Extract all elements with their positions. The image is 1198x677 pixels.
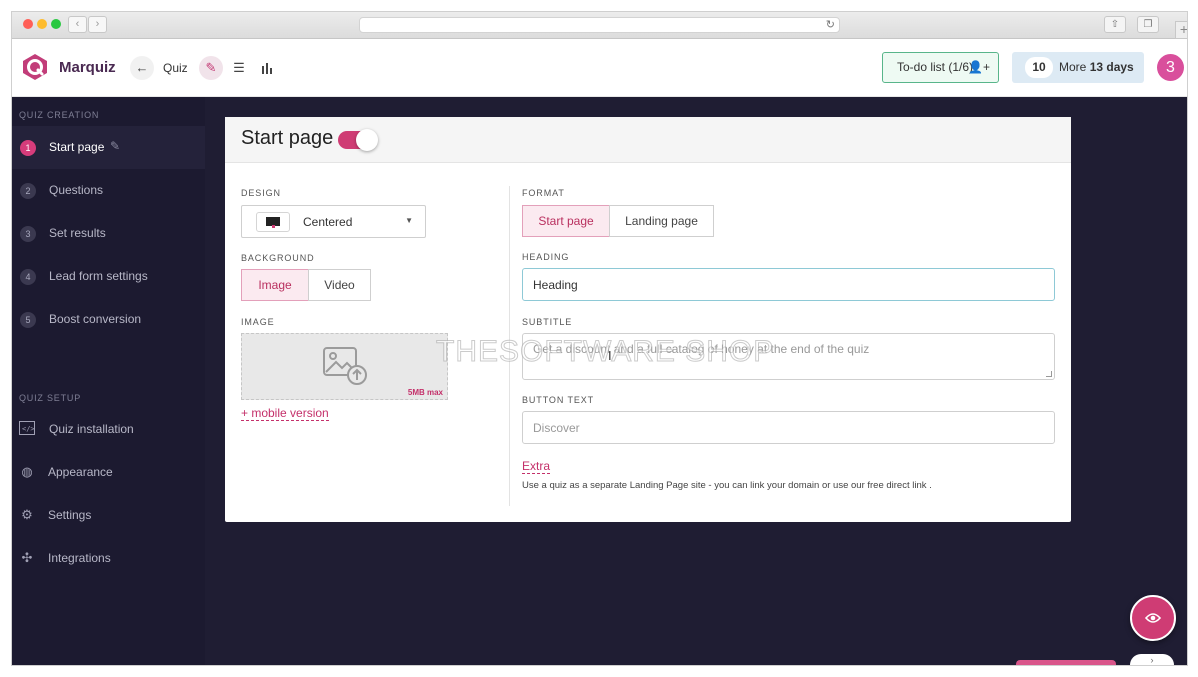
quiz-setup-label: QUIZ SETUP <box>19 393 82 403</box>
sidebar-item-label: Start page <box>49 140 105 154</box>
new-tab-button[interactable]: + <box>1175 21 1187 39</box>
sidebar-item-lead-form-settings[interactable]: 4 Lead form settings <box>12 255 205 298</box>
sidebar-item-label: Questions <box>49 183 104 197</box>
list-icon[interactable]: ☰ <box>227 56 251 80</box>
app-header: Marquiz ← Quiz ✎ ☰ To-do list (1/6) 👤+ 1… <box>12 39 1187 97</box>
step-number: 5 <box>20 312 36 328</box>
sidebar-item-label: Set results <box>49 226 106 240</box>
code-icon: </> <box>19 421 35 437</box>
step-number: 4 <box>20 269 36 285</box>
background-image-button[interactable]: Image <box>241 269 309 301</box>
main-content: Start page DESIGN Centered ▼ BACKGROUND … <box>205 97 1187 665</box>
sidebar-item-label: Settings <box>48 508 92 522</box>
minimize-window-button[interactable] <box>37 19 47 29</box>
mobile-version-link[interactable]: + mobile version <box>241 407 329 421</box>
floating-pink-button[interactable] <box>1016 660 1116 665</box>
browser-titlebar: ‹ › ↻ ⇧ ❐ + <box>12 12 1187 39</box>
pencil-icon: ✎ <box>110 139 121 153</box>
avatar[interactable]: 3 <box>1157 54 1184 81</box>
heading-input[interactable]: Heading <box>522 268 1055 301</box>
trial-counter[interactable]: 10 More 13 days <box>1012 52 1144 83</box>
preview-button[interactable] <box>1130 595 1176 641</box>
eye-icon <box>1145 613 1161 623</box>
bar-chart-icon[interactable] <box>255 56 279 80</box>
image-upload-area[interactable]: 5MB max <box>241 333 448 400</box>
resize-handle[interactable] <box>1046 371 1052 377</box>
share-icon[interactable]: ⇧ <box>1104 16 1126 33</box>
browser-forward-button[interactable]: › <box>88 16 107 33</box>
trial-text: More 13 days <box>1059 60 1134 74</box>
monitor-icon <box>256 212 290 232</box>
sidebar-item-appearance[interactable]: ◍ Appearance <box>12 452 205 495</box>
floating-arrow-button[interactable]: › <box>1130 654 1174 665</box>
tabs-icon[interactable]: ❐ <box>1137 16 1159 33</box>
sidebar-item-quiz-installation[interactable]: </> Quiz installation <box>12 409 205 452</box>
todo-list-button[interactable]: To-do list (1/6) 👤+ <box>882 52 999 83</box>
gear-icon: ⚙ <box>21 507 33 522</box>
palette-icon: ◍ <box>21 464 33 479</box>
step-number: 1 <box>20 140 36 156</box>
subtitle-label: SUBTITLE <box>522 317 573 327</box>
background-label: BACKGROUND <box>241 253 315 263</box>
brand-name: Marquiz <box>59 59 116 76</box>
sidebar-item-label: Appearance <box>48 465 113 479</box>
marquiz-logo <box>23 54 47 80</box>
quiz-label: Quiz <box>163 61 188 75</box>
sidebar-item-set-results[interactable]: 3 Set results <box>12 212 205 255</box>
sidebar-item-label: Integrations <box>48 551 111 565</box>
design-value: Centered <box>303 215 353 229</box>
sidebar-item-label: Quiz installation <box>49 422 134 436</box>
sidebar-item-boost-conversion[interactable]: 5 Boost conversion <box>12 298 205 341</box>
image-label: IMAGE <box>241 317 275 327</box>
quiz-creation-label: QUIZ CREATION <box>19 110 100 120</box>
sidebar-item-questions[interactable]: 2 Questions <box>12 169 205 212</box>
step-number: 2 <box>20 183 36 199</box>
sidebar-item-label: Lead form settings <box>49 269 148 283</box>
start-page-toggle[interactable] <box>338 129 378 151</box>
browser-back-button[interactable]: ‹ <box>68 16 87 33</box>
sidebar-item-settings[interactable]: ⚙ Settings <box>12 495 205 538</box>
image-upload-icon <box>323 347 367 385</box>
design-select[interactable]: Centered ▼ <box>241 205 426 238</box>
background-video-button[interactable]: Video <box>308 269 371 301</box>
close-window-button[interactable] <box>23 19 33 29</box>
button-text-label: BUTTON TEXT <box>522 395 595 405</box>
trial-count: 10 <box>1025 57 1053 78</box>
browser-window: ‹ › ↻ ⇧ ❐ + Marquiz ← Quiz ✎ ☰ To-do lis… <box>12 12 1187 665</box>
watermark: THESOFTWARE SHOP <box>435 335 775 369</box>
button-text-placeholder: Discover <box>533 421 580 435</box>
page-title: Start page <box>241 127 334 149</box>
zoom-window-button[interactable] <box>51 19 61 29</box>
sidebar: QUIZ CREATION 1 Start page ✎ 2 Questions… <box>12 97 205 665</box>
extra-link[interactable]: Extra <box>522 460 551 474</box>
reload-icon[interactable]: ↻ <box>826 18 835 31</box>
format-start-page-button[interactable]: Start page <box>522 205 610 237</box>
edit-pencil-icon[interactable]: ✎ <box>199 56 223 80</box>
format-label: FORMAT <box>522 188 565 198</box>
format-landing-page-button[interactable]: Landing page <box>609 205 714 237</box>
image-max-size: 5MB max <box>407 388 443 397</box>
sidebar-item-integrations[interactable]: ✣ Integrations <box>12 538 205 581</box>
toggle-knob <box>356 129 378 151</box>
landing-page-hint: Use a quiz as a separate Landing Page si… <box>522 480 932 491</box>
chevron-down-icon: ▼ <box>405 216 413 225</box>
svg-text:</>: </> <box>22 425 35 433</box>
design-label: DESIGN <box>241 188 281 198</box>
puzzle-icon: ✣ <box>21 550 33 565</box>
sidebar-item-start-page[interactable]: 1 Start page ✎ <box>12 126 205 169</box>
step-number: 3 <box>20 226 36 242</box>
card-header: Start page <box>225 117 1071 163</box>
start-page-card: Start page DESIGN Centered ▼ BACKGROUND … <box>225 117 1071 522</box>
back-arrow-icon[interactable]: ← <box>130 56 154 80</box>
button-text-input[interactable]: Discover <box>522 411 1055 444</box>
sidebar-item-label: Boost conversion <box>49 312 142 326</box>
address-bar[interactable]: ↻ <box>359 17 840 33</box>
todo-label: To-do list (1/6) <box>897 60 974 74</box>
heading-label: HEADING <box>522 252 570 262</box>
heading-value: Heading <box>533 278 578 292</box>
add-user-icon: 👤+ <box>968 60 990 74</box>
